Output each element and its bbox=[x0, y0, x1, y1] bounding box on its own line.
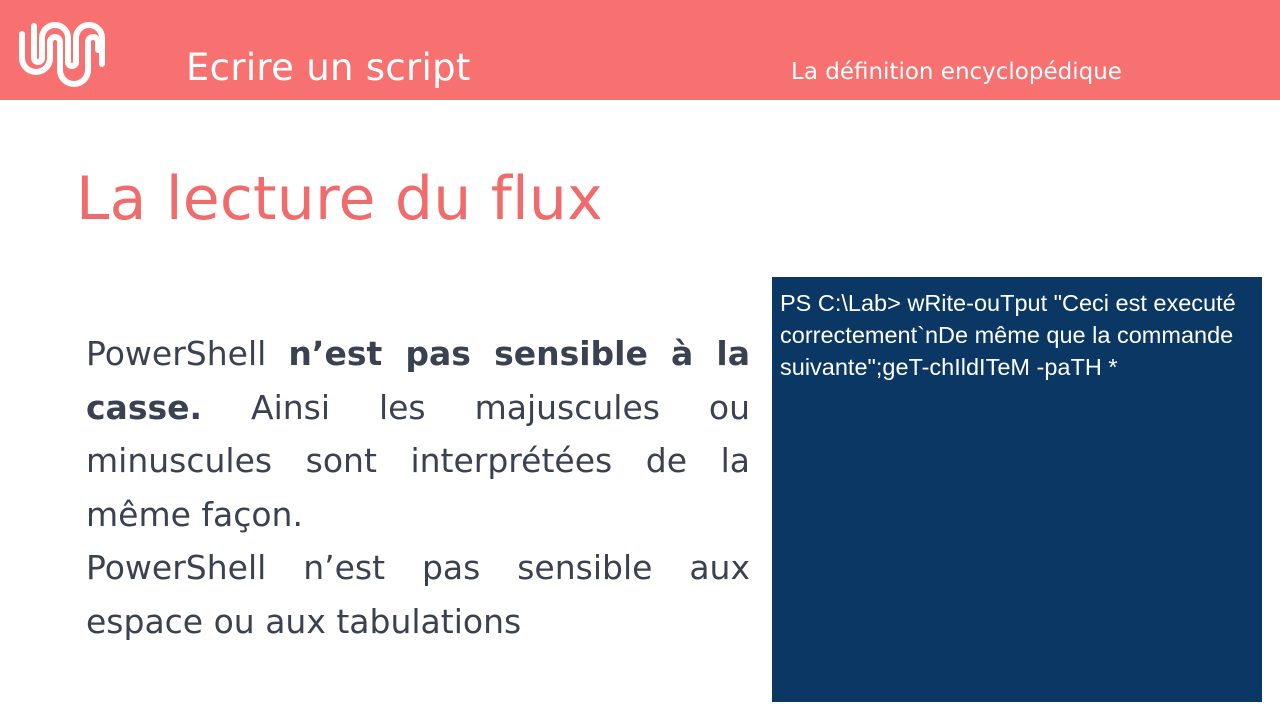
paragraph-case-sensitivity: PowerShell n’est pas sensible à la casse… bbox=[86, 327, 750, 541]
paragraph-prefix: PowerShell bbox=[86, 334, 289, 373]
body-text: PowerShell n’est pas sensible à la casse… bbox=[86, 327, 750, 648]
paragraph-whitespace: PowerShell n’est pas sensible aux espace… bbox=[86, 548, 750, 641]
console-text: PS C:\Lab> wRite-ouTput "Ceci est execut… bbox=[780, 290, 1236, 380]
console-panel: PS C:\Lab> wRite-ouTput "Ceci est execut… bbox=[772, 277, 1262, 702]
header-title: Ecrire un script bbox=[186, 46, 471, 89]
header-bar: Ecrire un script La définition encyclopé… bbox=[0, 0, 1280, 100]
wave-logo-icon bbox=[19, 22, 105, 87]
slide-title: La lecture du flux bbox=[76, 164, 603, 234]
header-subtitle: La définition encyclopédique bbox=[791, 59, 1122, 85]
